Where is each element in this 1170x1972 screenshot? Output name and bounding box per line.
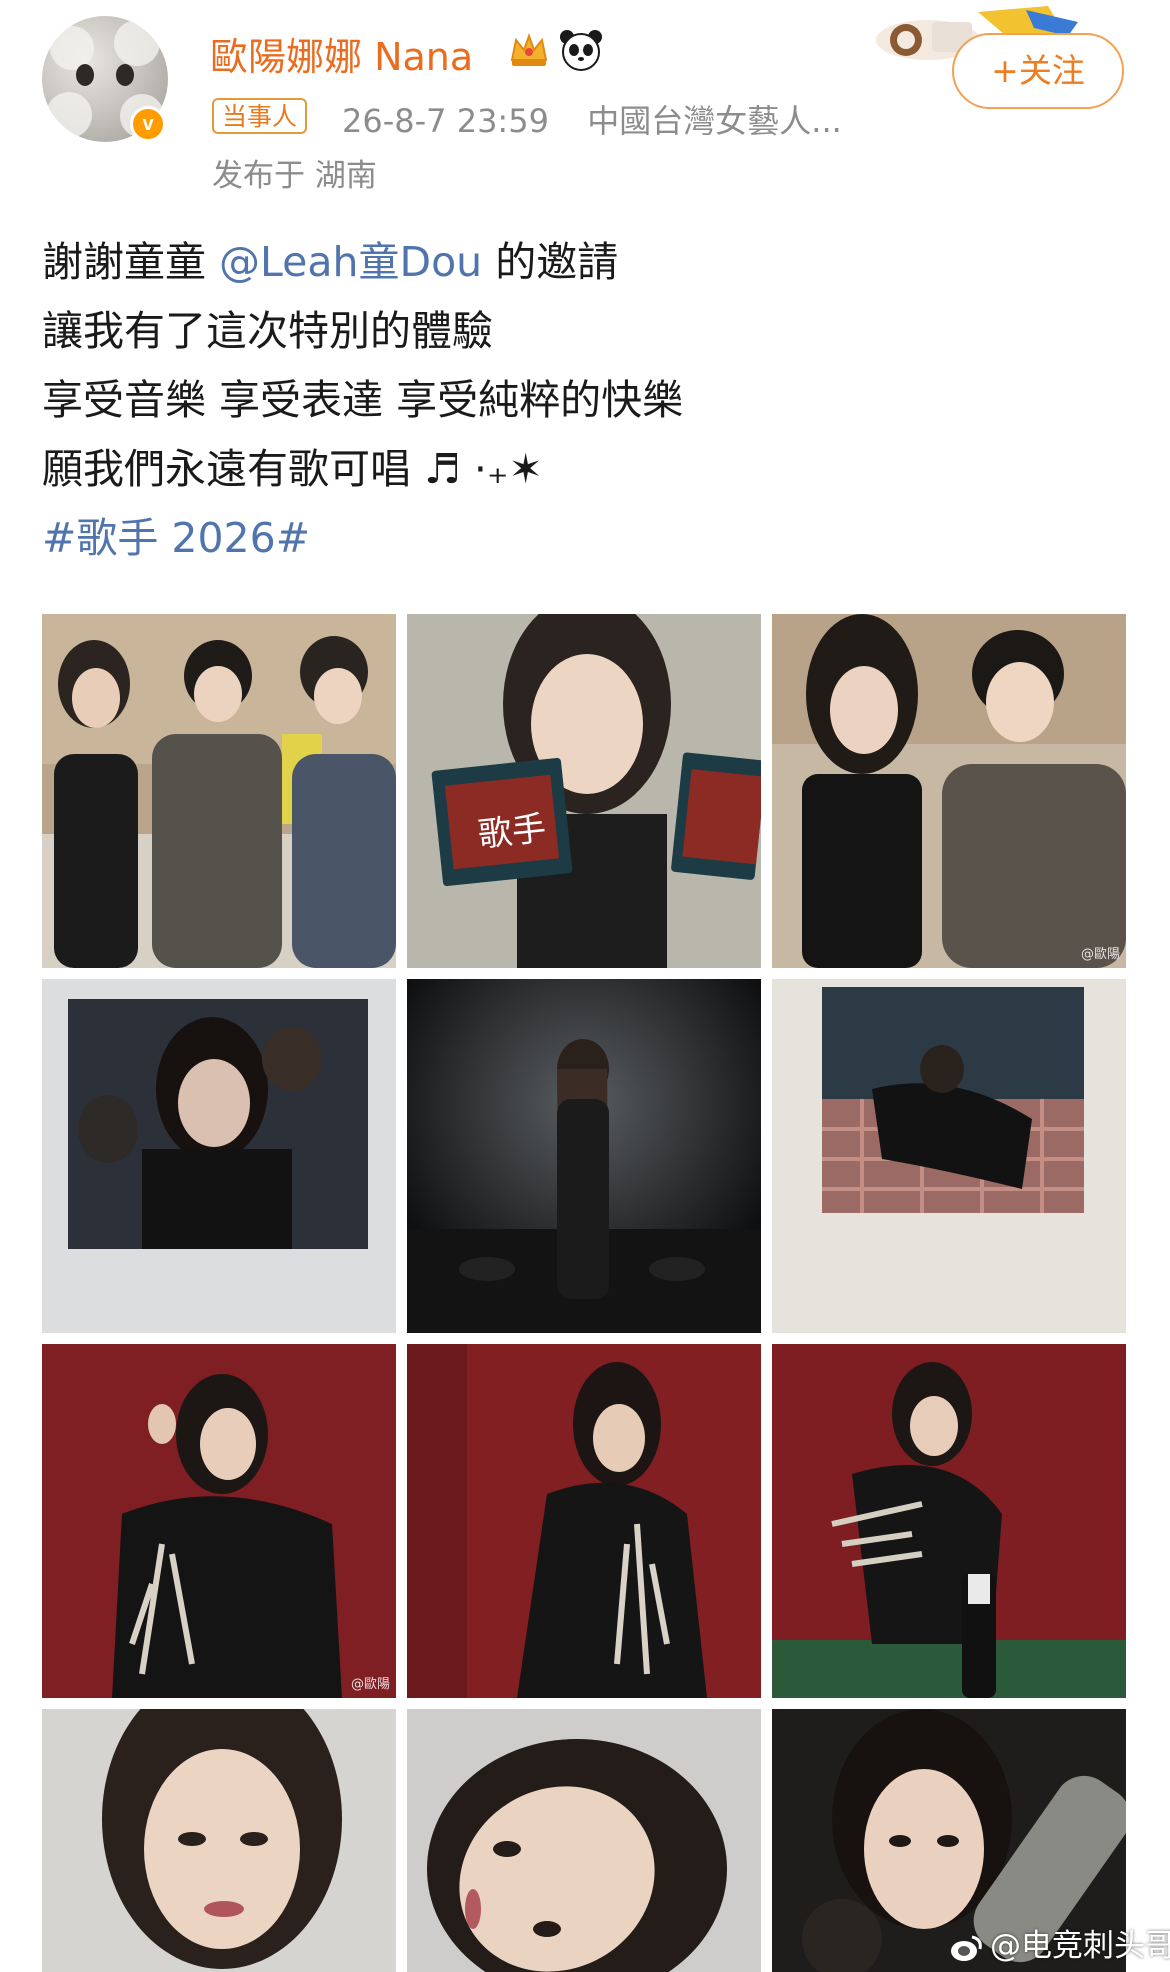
photo-polaroid-group[interactable] bbox=[42, 979, 396, 1333]
photo-red-wall-1[interactable]: @歐陽 bbox=[42, 1344, 396, 1698]
photo-red-wall-3[interactable] bbox=[772, 1344, 1126, 1698]
weibo-logo-icon bbox=[951, 1935, 982, 1961]
photo-group-three[interactable] bbox=[42, 614, 396, 968]
post-text: 的邀請 bbox=[482, 238, 619, 286]
photo-watermark: @歐陽 bbox=[350, 1677, 390, 1692]
post-text: 謝謝童童 bbox=[42, 238, 220, 286]
username[interactable]: 歐陽娜娜 Nana bbox=[210, 26, 473, 81]
post-line-2: 讓我有了這次特別的體驗 bbox=[42, 307, 493, 355]
panda-icon bbox=[560, 30, 602, 71]
photo-polaroid-sofa[interactable] bbox=[772, 979, 1126, 1333]
verified-badge: v bbox=[130, 106, 166, 142]
mention-link[interactable]: @Leah童Dou bbox=[219, 238, 482, 286]
published-location: 发布于 湖南 bbox=[212, 158, 377, 194]
footer-watermark: @电竞刺头哥 bbox=[950, 1920, 1170, 1965]
post-body: 謝謝童童 @Leah童Dou 的邀請 讓我有了這次特別的體驗 享受音樂 享受表達… bbox=[42, 228, 683, 573]
post-meta: 26-8-7 23:59 中國台灣女藝人... bbox=[342, 96, 842, 142]
hashtag-link[interactable]: #歌手 2026# bbox=[42, 504, 683, 573]
photo-watermark: @歐陽 bbox=[1080, 947, 1120, 962]
photo-red-wall-2[interactable] bbox=[407, 1344, 761, 1698]
photo-holding-cards[interactable]: 歌手 bbox=[407, 614, 761, 968]
photo-two-people[interactable]: @歐陽 bbox=[772, 614, 1126, 968]
post-line-3: 享受音樂 享受表達 享受純粹的快樂 bbox=[42, 376, 684, 424]
post-timestamp: 26-8-7 23:59 bbox=[342, 102, 549, 140]
photo-closeup-1[interactable] bbox=[42, 1709, 396, 1972]
photo-stage-back[interactable] bbox=[407, 979, 761, 1333]
photo-closeup-2[interactable] bbox=[407, 1709, 761, 1972]
post-line-1: 謝謝童童 @Leah童Dou 的邀請 bbox=[42, 228, 683, 297]
footer-watermark-text: @电竞刺头哥 bbox=[990, 1928, 1170, 1964]
crown-icon bbox=[510, 33, 548, 66]
role-tag: 当事人 bbox=[212, 98, 308, 134]
post-line-4: 願我們永遠有歌可唱 ♬ ·₊✶ bbox=[42, 445, 543, 493]
user-bio: 中國台灣女藝人... bbox=[587, 102, 842, 140]
follow-button[interactable]: +关注 bbox=[952, 33, 1124, 109]
card-title-text: 歌手 bbox=[476, 809, 548, 856]
